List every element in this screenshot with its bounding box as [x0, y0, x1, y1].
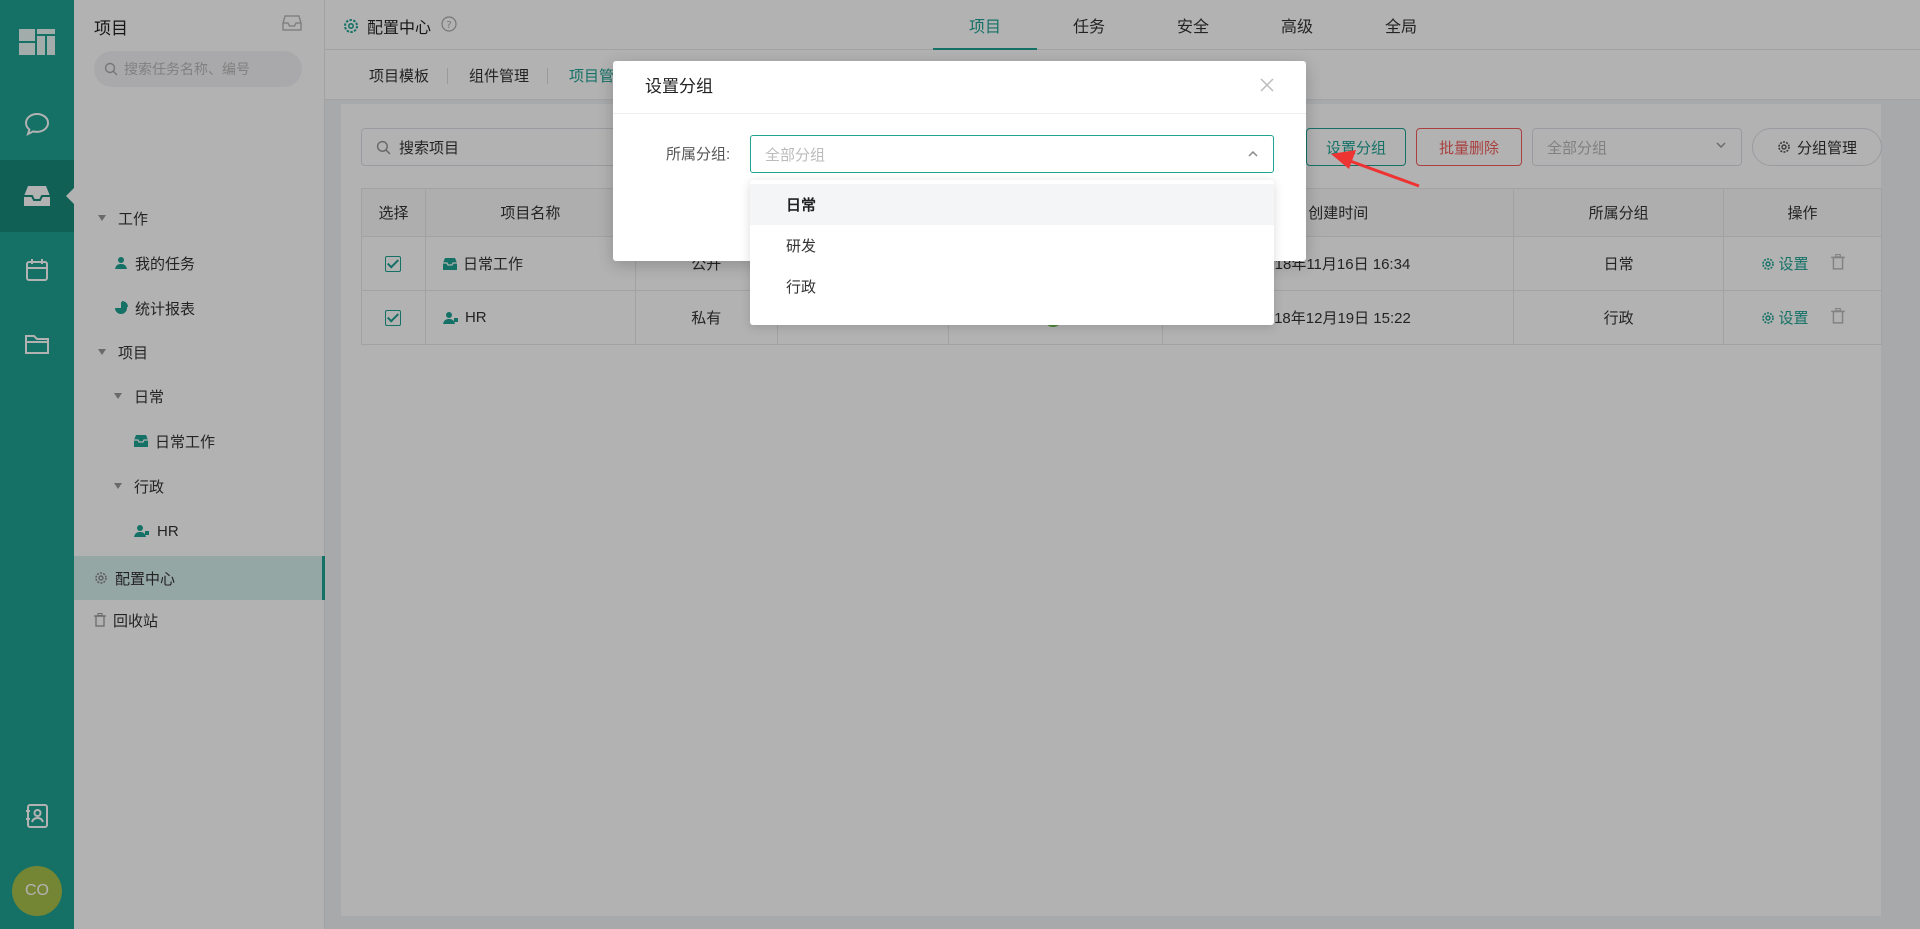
chevron-up-icon: [1248, 150, 1258, 157]
dialog-title: 设置分组: [645, 77, 713, 96]
divider: [613, 113, 1306, 114]
option-daily[interactable]: 日常: [750, 184, 1274, 225]
group-select-placeholder: 全部分组: [765, 146, 826, 164]
option-admin[interactable]: 行政: [750, 266, 1274, 307]
group-field-label: 所属分组:: [666, 146, 731, 163]
option-rnd[interactable]: 研发: [750, 225, 1274, 266]
close-icon[interactable]: [1259, 77, 1275, 96]
group-dropdown: 日常 研发 行政: [750, 180, 1274, 325]
group-select[interactable]: 全部分组: [750, 135, 1274, 173]
